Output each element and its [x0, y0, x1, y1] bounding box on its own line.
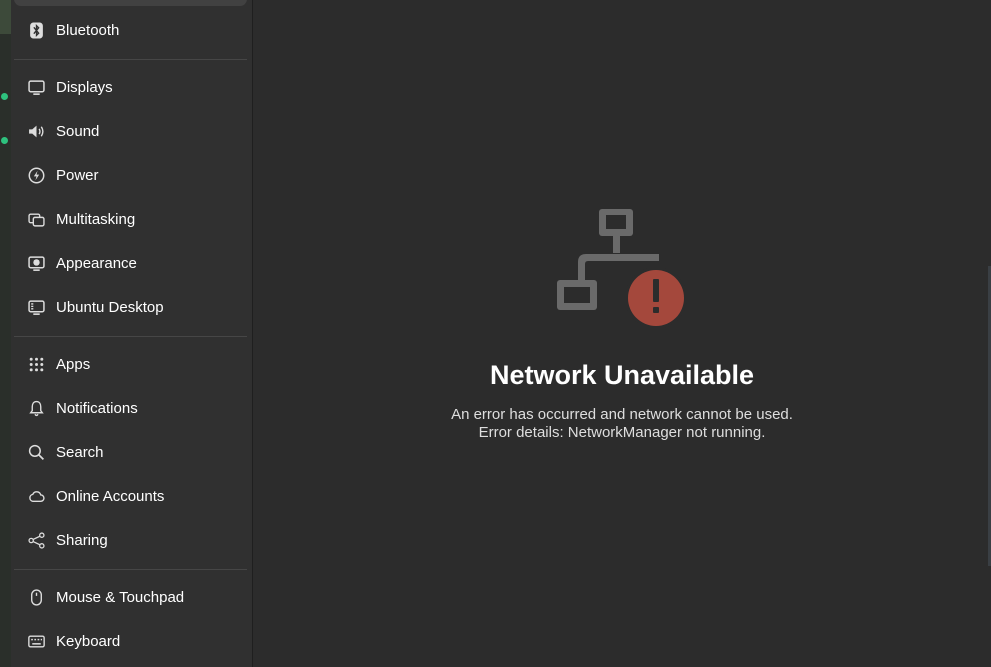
sidebar-item-label: Apps [56, 355, 91, 373]
sidebar-item-displays[interactable]: Displays [14, 67, 247, 107]
multitasking-icon [26, 209, 46, 229]
error-description: An error has occurred and network cannot… [253, 406, 991, 442]
display-icon [26, 77, 46, 97]
sidebar-item-apps[interactable]: Apps [14, 344, 247, 384]
sidebar-divider [14, 569, 247, 570]
sidebar-item-label: Multitasking [56, 210, 136, 228]
network-error-icon [554, 204, 689, 329]
speaker-icon [26, 121, 46, 141]
sidebar-item-keyboard[interactable]: Keyboard [14, 621, 247, 661]
sidebar-item-label: Keyboard [56, 632, 121, 650]
running-indicator-dot [1, 93, 8, 100]
sidebar-item-selected-partial[interactable] [14, 0, 247, 6]
bluetooth-icon [26, 20, 46, 40]
sidebar-item-label: Search [56, 443, 104, 461]
sidebar-item-label: Appearance [56, 254, 137, 272]
power-icon [26, 165, 46, 185]
error-details-line: Error details: NetworkManager not runnin… [478, 424, 766, 441]
error-description-line: An error has occurred and network cannot… [451, 406, 793, 423]
apps-grid-icon [26, 354, 46, 374]
share-icon [26, 530, 46, 550]
mouse-icon [26, 587, 46, 607]
desktop-background-strip [0, 0, 11, 667]
sidebar-item-label: Displays [56, 78, 113, 96]
sidebar-item-label: Sound [56, 122, 100, 140]
sidebar-item-online-accounts[interactable]: Online Accounts [14, 476, 247, 516]
appearance-icon [26, 253, 46, 273]
bell-icon [26, 398, 46, 418]
sidebar-item-bluetooth[interactable]: Bluetooth [14, 10, 247, 50]
sidebar-item-label: Sharing [56, 531, 108, 549]
cloud-icon [26, 486, 46, 506]
sidebar-item-label: Notifications [56, 399, 138, 417]
page-title: Network Unavailable [489, 360, 755, 390]
sidebar-divider [14, 336, 247, 337]
sidebar-item-sound[interactable]: Sound [14, 111, 247, 151]
search-icon [26, 442, 46, 462]
sidebar-item-multitasking[interactable]: Multitasking [14, 199, 247, 239]
sidebar-item-label: Ubuntu Desktop [56, 298, 164, 316]
sidebar-item-search[interactable]: Search [14, 432, 247, 472]
desktop-background-top [0, 0, 11, 34]
sidebar-item-mouse-touchpad[interactable]: Mouse & Touchpad [14, 577, 247, 617]
sidebar-item-label: Power [56, 166, 99, 184]
sidebar-item-ubuntu-desktop[interactable]: Ubuntu Desktop [14, 287, 247, 327]
sidebar-divider [14, 59, 247, 60]
settings-sidebar: Bluetooth Displays Sound Power Multitask… [11, 0, 253, 667]
keyboard-icon [26, 631, 46, 651]
network-panel: Network Unavailable An error has occurre… [253, 0, 991, 667]
ubuntu-desktop-icon [26, 297, 46, 317]
sidebar-item-sharing[interactable]: Sharing [14, 520, 247, 560]
sidebar-item-label: Online Accounts [56, 487, 165, 505]
running-indicator-dot [1, 137, 8, 144]
sidebar-item-appearance[interactable]: Appearance [14, 243, 247, 283]
sidebar-item-power[interactable]: Power [14, 155, 247, 195]
sidebar-item-notifications[interactable]: Notifications [14, 388, 247, 428]
sidebar-item-label: Bluetooth [56, 21, 120, 39]
sidebar-item-label: Mouse & Touchpad [56, 588, 185, 606]
